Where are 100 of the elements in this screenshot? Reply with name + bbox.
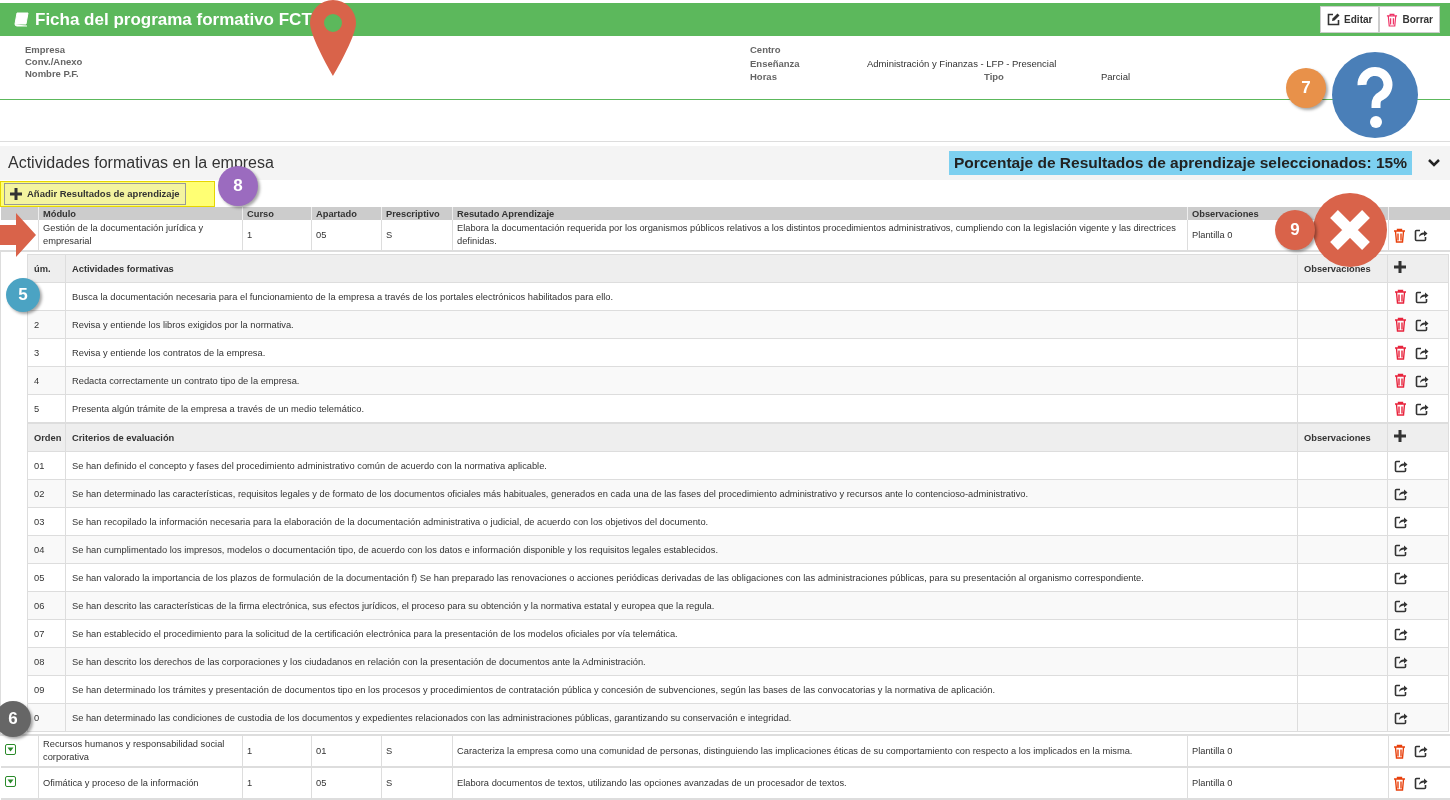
share-icon[interactable] <box>1414 744 1428 758</box>
table-cell: Redacta correctamente un contrato tipo de la empresa. <box>65 366 1298 395</box>
table-cell: Plantilla 0 <box>1187 735 1389 767</box>
plus-icon[interactable] <box>10 187 22 200</box>
field-label: Centro <box>750 44 782 57</box>
chevron-down-icon[interactable] <box>1428 159 1440 167</box>
step-badge: 9 <box>1275 210 1315 250</box>
table-cell: Revisa y entiende los libros exigidos por la normativa. <box>65 310 1298 339</box>
table-cell: Se han descrito las características de la firma electrónica, sus efectos jurídicos, el proceso para su obtención y la normativa estatal y europea que la regula. <box>65 591 1298 620</box>
expand-toggle-icon[interactable] <box>4 775 16 787</box>
trash-icon <box>1386 12 1399 27</box>
table-cell: 05 <box>311 220 382 251</box>
step-badge: 7 <box>1286 68 1326 108</box>
table-cell: Se han establecido el procedimiento para la solicitud de la certificación electrónica para la presentación de los modelos oficiales por vía telemática. <box>65 619 1298 648</box>
share-icon[interactable] <box>1394 514 1408 529</box>
table-cell: 04 <box>34 544 45 555</box>
table-cell: Revisa y entiende los contratos de la empresa. <box>65 338 1298 367</box>
book-icon <box>14 12 29 27</box>
trash-icon[interactable] <box>1394 289 1407 304</box>
question-mark-icon <box>1332 52 1418 138</box>
trash-icon[interactable] <box>1394 317 1407 332</box>
trash-icon[interactable] <box>1394 401 1407 416</box>
table-cell: S <box>381 735 453 767</box>
field-value: Administración y Finanzas - LFP - Presencial <box>867 57 1058 71</box>
table-cell: 03 <box>34 516 45 527</box>
trash-icon[interactable] <box>1394 373 1407 388</box>
share-icon[interactable] <box>1415 373 1429 388</box>
share-icon[interactable] <box>1394 654 1408 669</box>
table-cell: Recursos humanos y responsabilidad social corporativa <box>38 735 243 767</box>
table-cell: Se han determinado las condiciones de custodia de los documentos y expedientes relacionados con las administraciones públicas, garantizando su conservación e integridad. <box>65 703 1298 732</box>
table-cell: 07 <box>34 628 45 639</box>
table-cell: Se han valorado la importancia de los plazos de formulación de la documentación f) Se han preparado las renovaciones o acciones periódicas derivadas de las obligaciones con las administraciones públicas, para su presentación al organismo correspondiente. <box>65 563 1298 592</box>
column-header: Prescriptivo <box>381 207 453 220</box>
step-badge: 5 <box>6 278 40 312</box>
field-label: Horas <box>750 71 778 84</box>
share-icon[interactable] <box>1415 317 1429 332</box>
trash-icon[interactable] <box>1393 775 1406 791</box>
column-header: Observaciones <box>1297 423 1388 452</box>
table-cell: Se han determinado los trámites y presentación de documentos tipo en los procesos y procedimientos de contratación pública y concesión de subvenciones, según las bases de las convocatorias y la normativa de aplicación. <box>65 675 1298 704</box>
column-header: Apartado <box>311 207 382 220</box>
table-cell: Se han cumplimentado los impresos, modelos o documentación tipo, de acuerdo con los datos e información disponible y los requisitos legales establecidos. <box>65 535 1298 564</box>
table-cell: Elabora la documentación requerida por los organismos públicos relativos a los distintos procedimientos administrativos, cumpliendo con la legislación vigente y las directrices definidas. <box>452 220 1188 251</box>
edit-button[interactable]: Editar <box>1320 6 1380 33</box>
plus-icon[interactable] <box>1394 430 1406 442</box>
trash-icon[interactable] <box>1394 345 1407 360</box>
column-header: Módulo <box>38 207 243 220</box>
table-cell: Presenta algún trámite de la empresa a través de un medio telemático. <box>65 394 1298 423</box>
table-cell: 09 <box>34 684 45 695</box>
column-header: Actividades formativas <box>65 254 1298 283</box>
table-cell: Se han descrito los derechos de las corporaciones y los ciudadanos en relación con la presentación de documentos ante la Administración. <box>65 647 1298 676</box>
expand-toggle-icon[interactable] <box>4 743 16 755</box>
share-icon[interactable] <box>1394 570 1408 585</box>
table-cell: 2 <box>34 319 40 330</box>
share-icon[interactable] <box>1414 776 1428 790</box>
table-cell: Se han definido el concepto y fases del procedimiento administrativo común de acuerdo con la normativa aplicable. <box>65 451 1298 480</box>
table-cell: 3 <box>34 347 40 358</box>
table-cell: 1 <box>242 220 312 251</box>
share-icon[interactable] <box>1414 228 1428 242</box>
share-icon[interactable] <box>1394 682 1408 697</box>
share-icon[interactable] <box>1394 458 1408 473</box>
table-cell: 02 <box>34 488 45 499</box>
table-cell: Plantilla 0 <box>1187 767 1389 799</box>
edit-icon <box>1327 13 1341 26</box>
field-value: Parcial <box>1101 71 1132 84</box>
table-cell: Elabora documentos de textos, utilizando las opciones avanzadas de un procesador de textos. <box>452 767 1188 799</box>
table-cell: 5 <box>34 403 40 414</box>
arrow-icon <box>0 213 36 257</box>
share-icon[interactable] <box>1415 345 1429 360</box>
table-cell: 01 <box>34 460 45 471</box>
table-cell: 0 <box>34 712 40 723</box>
page-title: Ficha del programa formativo FCT <box>35 9 312 30</box>
close-icon <box>1313 193 1387 267</box>
share-icon[interactable] <box>1394 542 1408 557</box>
plus-icon[interactable] <box>1394 261 1406 273</box>
trash-icon[interactable] <box>1393 743 1406 759</box>
column-header: Resutado Aprendizaje <box>452 207 1188 220</box>
table-cell: 05 <box>34 572 45 583</box>
share-icon[interactable] <box>1394 626 1408 641</box>
table-cell: Se han recopilado la información necesaria para la elaboración de la documentación administrativa o judicial, de acuerdo con los objetivos del documento. <box>65 507 1298 536</box>
table-cell: Ofimática y proceso de la información <box>38 767 243 799</box>
table-cell: Se han determinado las características, requisitos legales y de formato de los documentos oficiales más habituales, generados en cada una de las fases del procedimiento administrativo y recursos ante lo contencioso-administrativo. <box>65 479 1298 508</box>
delete-button[interactable]: Borrar <box>1379 6 1440 33</box>
table-cell: Busca la documentación necesaria para el funcionamiento de la empresa a través de los portales electrónicos habilitados para ello. <box>65 282 1298 311</box>
table-cell: 06 <box>34 600 45 611</box>
share-icon[interactable] <box>1415 401 1429 416</box>
share-icon[interactable] <box>1394 710 1408 725</box>
table-cell: 01 <box>311 735 382 767</box>
share-icon[interactable] <box>1394 486 1408 501</box>
table-cell: Gestión de la documentación jurídica y empresarial <box>38 220 243 251</box>
add-results-button[interactable]: Añadir Resultados de aprendizaje <box>4 182 186 205</box>
table-cell: S <box>381 767 453 799</box>
map-pin-icon <box>310 0 356 76</box>
field-label: Enseñanza <box>750 57 801 71</box>
field-label: Empresa <box>25 44 67 55</box>
table-cell: 05 <box>311 767 382 799</box>
table-cell: 4 <box>34 375 40 386</box>
share-icon[interactable] <box>1415 289 1429 304</box>
field-label: Nombre P.F. <box>25 68 80 79</box>
share-icon[interactable] <box>1394 598 1408 613</box>
trash-icon[interactable] <box>1393 227 1406 243</box>
